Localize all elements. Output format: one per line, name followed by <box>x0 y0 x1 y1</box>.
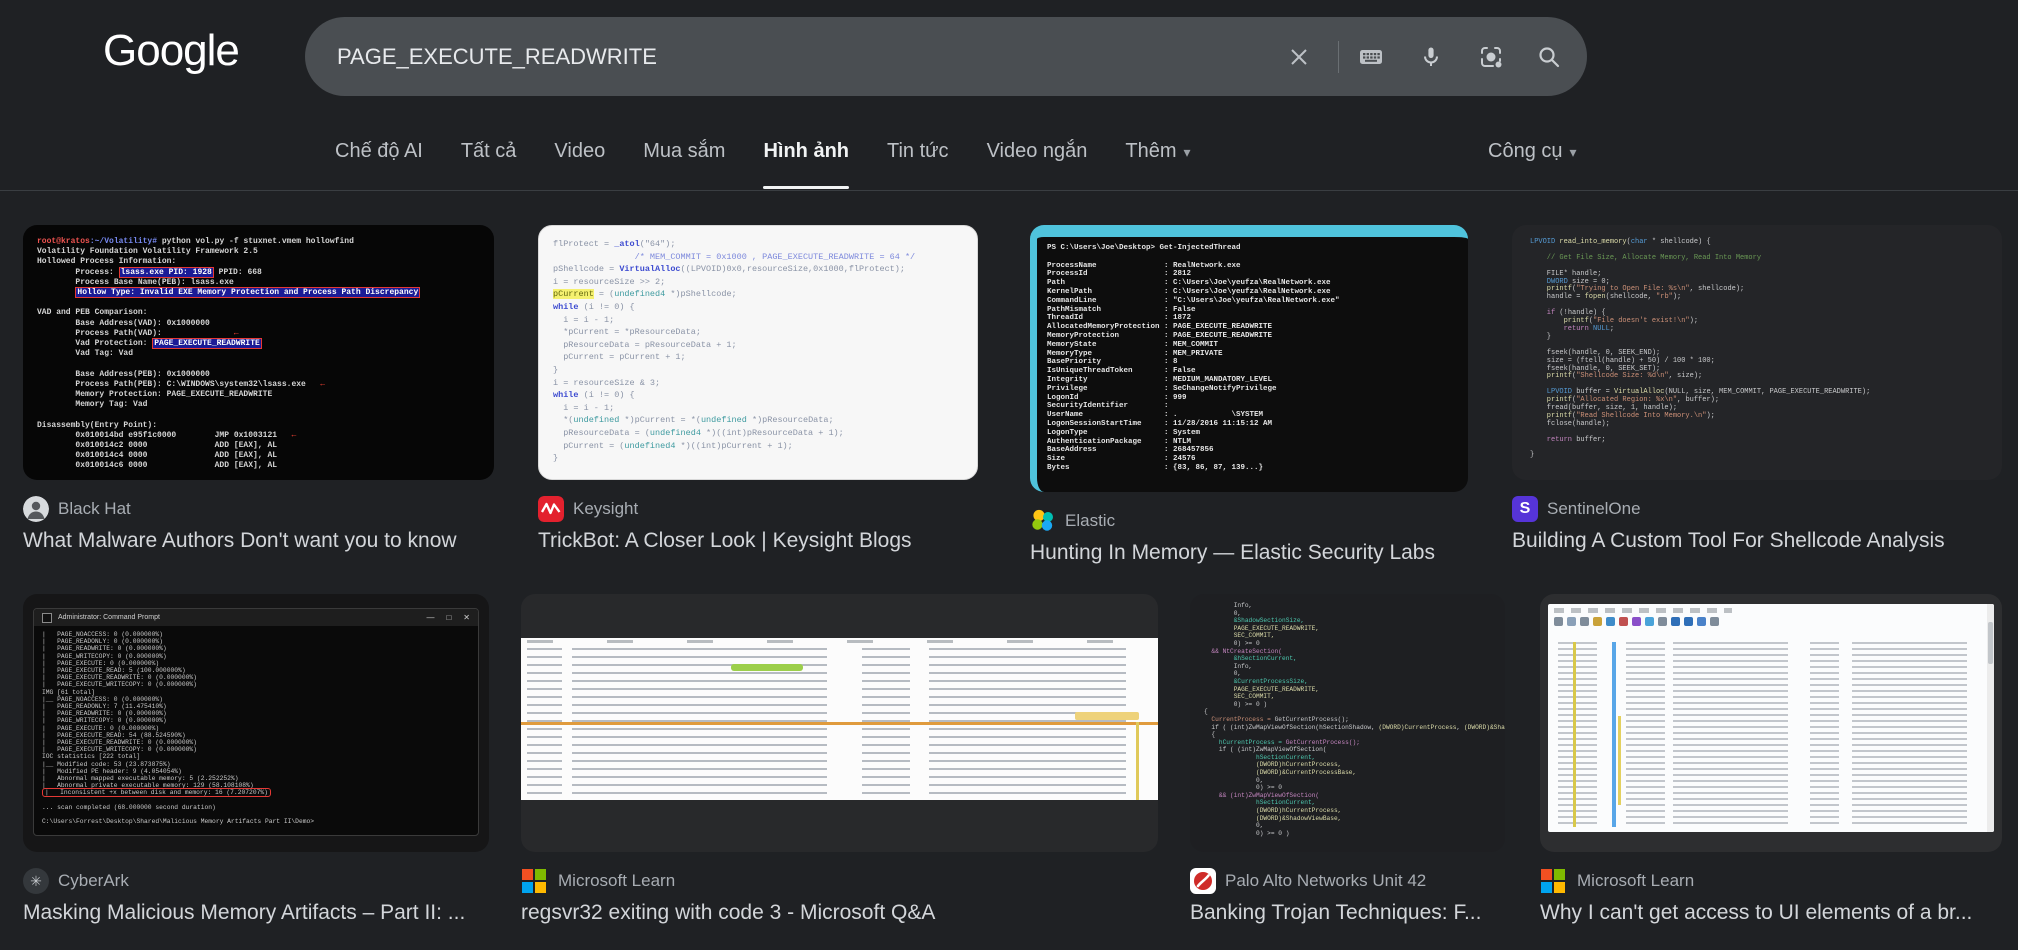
thumbnail-ghidra-code[interactable]: flProtect = _atol("64"); /* MEM_COMMIT =… <box>538 225 978 480</box>
result-title[interactable]: Banking Trojan Techniques: F... <box>1190 901 1505 925</box>
result-title[interactable]: Why I can't get access to UI elements of… <box>1540 901 2002 925</box>
blackhat-favicon <box>23 496 49 522</box>
cmd-titlebar: Administrator: Command Prompt <box>34 609 478 626</box>
tab-videos[interactable]: Video <box>554 140 605 189</box>
search-input[interactable]: PAGE_EXECUTE_READWRITE <box>337 17 657 96</box>
tab-images[interactable]: Hình ảnh <box>763 140 849 189</box>
source-name: Palo Alto Networks Unit 42 <box>1225 871 1426 891</box>
window-controls <box>426 613 470 622</box>
tab-short-videos[interactable]: Video ngắn <box>987 140 1088 189</box>
cmd-window: Administrator: Command Prompt | PAGE_NOA… <box>33 608 479 836</box>
result-title[interactable]: TrickBot: A Closer Look | Keysight Blogs <box>538 529 978 553</box>
image-result-8: Microsoft Learn Why I can't get access t… <box>1540 594 2002 925</box>
procmon-window <box>1548 604 1994 832</box>
result-source-row[interactable]: S SentinelOne <box>1512 496 2002 522</box>
source-name: Microsoft Learn <box>558 871 675 891</box>
thumbnail-cmd-prompt-stats[interactable]: Administrator: Command Prompt | PAGE_NOA… <box>23 594 489 852</box>
microphone-icon[interactable] <box>1417 43 1445 71</box>
result-source-row[interactable]: Elastic <box>1030 508 1468 534</box>
result-source-row[interactable]: Microsoft Learn <box>1540 868 2002 894</box>
keyboard-icon[interactable] <box>1357 43 1385 71</box>
microsoft-favicon <box>1541 869 1567 893</box>
thumbnail-procmon-log-table[interactable] <box>521 594 1158 852</box>
result-title[interactable]: Masking Malicious Memory Artifacts – Par… <box>23 901 489 925</box>
scrollbar[interactable] <box>1987 604 1994 832</box>
chevron-down-icon <box>1570 144 1577 161</box>
google-logo[interactable]: Google <box>103 26 239 76</box>
result-title[interactable]: What Malware Authors Don't want you to k… <box>23 529 494 553</box>
tab-news[interactable]: Tin tức <box>887 140 949 189</box>
close-icon[interactable] <box>1285 43 1313 71</box>
menu-bar <box>1554 608 1732 613</box>
log-table <box>521 638 1158 800</box>
tab-more[interactable]: Thêm <box>1125 140 1190 189</box>
chevron-down-icon <box>1184 144 1191 161</box>
image-result-5: Administrator: Command Prompt | PAGE_NOA… <box>23 594 489 925</box>
minimize-icon <box>426 613 434 622</box>
source-name: Elastic <box>1065 511 1115 531</box>
unit42-favicon <box>1190 868 1216 894</box>
green-highlight <box>731 664 803 671</box>
sentinelone-favicon: S <box>1512 496 1538 522</box>
result-source-row[interactable]: Palo Alto Networks Unit 42 <box>1190 868 1505 894</box>
tab-shopping[interactable]: Mua sắm <box>643 140 725 189</box>
search-divider <box>1338 41 1339 73</box>
image-result-4: LPVOID read_into_memory(char * shellcode… <box>1512 225 2002 553</box>
tab-ai-mode[interactable]: Chế độ AI <box>335 140 423 189</box>
yellow-highlight-stripe <box>1618 716 1621 805</box>
toolbar-icons <box>1554 616 1988 627</box>
result-title[interactable]: Hunting In Memory — Elastic Security Lab… <box>1030 541 1468 565</box>
search-icon[interactable] <box>1535 43 1563 71</box>
result-source-row[interactable]: Microsoft Learn <box>521 868 1158 894</box>
result-title[interactable]: regsvr32 exiting with code 3 - Microsoft… <box>521 901 1158 925</box>
image-result-1: root@kratos:~/Volatility# python vol.py … <box>23 225 494 553</box>
image-result-2: flProtect = _atol("64"); /* MEM_COMMIT =… <box>538 225 978 553</box>
image-result-6: Microsoft Learn regsvr32 exiting with co… <box>521 594 1158 925</box>
blue-column-stripe <box>1612 642 1616 827</box>
thumbnail-volatility-terminal[interactable]: root@kratos:~/Volatility# python vol.py … <box>23 225 494 480</box>
tools-button[interactable]: Công cụ <box>1488 140 1577 163</box>
image-result-7: Info, 0, &ShadowSectionSize, PAGE_EXECUT… <box>1190 594 1505 925</box>
search-bar[interactable]: PAGE_EXECUTE_READWRITE <box>305 17 1587 96</box>
cmd-app-icon <box>42 613 52 623</box>
result-source-row[interactable]: Black Hat <box>23 496 494 522</box>
tabbar-divider <box>0 190 2018 191</box>
cmd-window-title: Administrator: Command Prompt <box>58 614 420 621</box>
maximize-icon <box>446 613 451 622</box>
search-result-tabs: Chế độ AI Tất cả Video Mua sắm Hình ảnh … <box>335 140 1191 189</box>
result-source-row[interactable]: Keysight <box>538 496 978 522</box>
thumbnail-shellcode-c-code[interactable]: LPVOID read_into_memory(char * shellcode… <box>1512 225 2002 480</box>
source-name: CyberArk <box>58 871 129 891</box>
thumbnail-procmon-window[interactable] <box>1540 594 2002 852</box>
yellow-vertical-line <box>1136 722 1139 800</box>
source-name: Microsoft Learn <box>1577 871 1694 891</box>
log-rows <box>1554 642 1980 827</box>
camera-lens-icon[interactable] <box>1477 43 1505 71</box>
orange-divider-line <box>521 722 1158 725</box>
image-result-3: PS C:\Users\Joe\Desktop> Get-InjectedThr… <box>1030 225 1468 565</box>
keysight-favicon <box>538 496 564 522</box>
microsoft-favicon <box>522 869 548 893</box>
result-title[interactable]: Building A Custom Tool For Shellcode Ana… <box>1512 529 2002 553</box>
result-source-row[interactable]: ✳ CyberArk <box>23 868 489 894</box>
yellow-annotation <box>1075 712 1139 720</box>
cyberark-favicon: ✳ <box>23 868 49 894</box>
elastic-favicon <box>1030 508 1056 534</box>
source-name: Keysight <box>573 499 638 519</box>
source-name: Black Hat <box>58 499 131 519</box>
yellow-column-stripe <box>1573 642 1576 827</box>
tab-all[interactable]: Tất cả <box>461 140 517 189</box>
source-name: SentinelOne <box>1547 499 1641 519</box>
close-window-icon <box>463 613 470 622</box>
thumbnail-injector-code[interactable]: Info, 0, &ShadowSectionSize, PAGE_EXECUT… <box>1190 594 1505 852</box>
thumbnail-powershell-terminal[interactable]: PS C:\Users\Joe\Desktop> Get-InjectedThr… <box>1030 225 1468 492</box>
